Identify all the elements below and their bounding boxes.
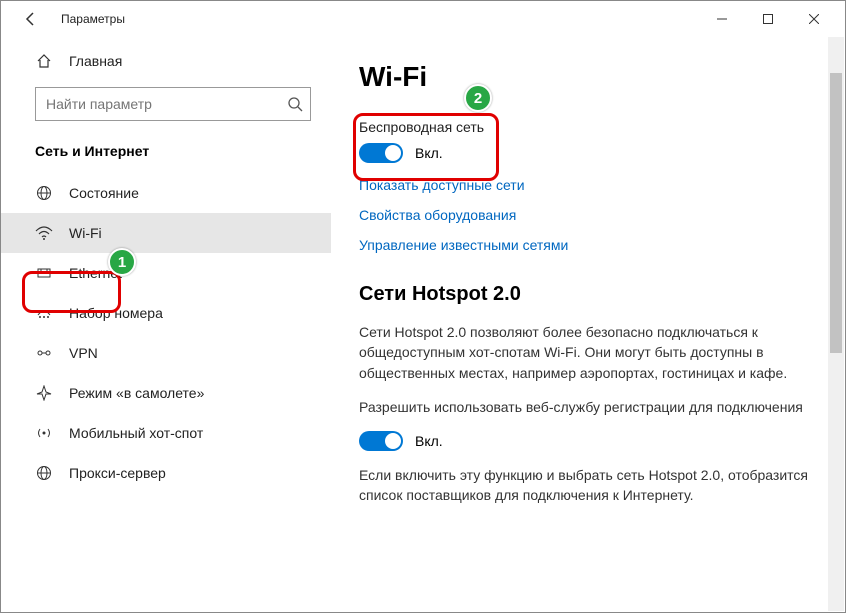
home-label: Главная [69,53,122,69]
hotspot-note: Если включить эту функцию и выбрать сеть… [359,465,817,506]
sidebar-item-label: Режим «в самолете» [69,385,204,401]
home-nav[interactable]: Главная [1,45,331,77]
sidebar-item-label: Прокси-сервер [69,465,166,481]
search-icon [287,87,303,121]
close-button[interactable] [791,1,837,37]
page-title: Wi-Fi [359,61,817,93]
category-title: Сеть и Интернет [1,135,331,173]
dialup-icon [35,305,53,321]
sidebar-item-label: Мобильный хот-спот [69,425,203,441]
airplane-icon [35,385,53,401]
sidebar-item-dialup[interactable]: Набор номера [1,293,331,333]
link-hardware-properties[interactable]: Свойства оборудования [359,207,817,223]
sidebar-item-status[interactable]: Состояние [1,173,331,213]
link-available-networks[interactable]: Показать доступные сети [359,177,817,193]
hotspot-allow-label: Разрешить использовать веб-службу регист… [359,397,817,417]
hotspot-desc: Сети Hotspot 2.0 позволяют более безопас… [359,322,817,383]
sidebar-item-proxy[interactable]: Прокси-сервер [1,453,331,493]
sidebar-item-hotspot[interactable]: Мобильный хот-спот [1,413,331,453]
minimize-button[interactable] [699,1,745,37]
home-icon [35,53,53,69]
sidebar-item-vpn[interactable]: VPN [1,333,331,373]
search-box[interactable] [35,87,311,121]
maximize-button[interactable] [745,1,791,37]
link-known-networks[interactable]: Управление известными сетями [359,237,817,253]
sidebar-item-airplane[interactable]: Режим «в самолете» [1,373,331,413]
sidebar-item-label: Состояние [69,185,139,201]
sidebar-item-label: Wi-Fi [69,225,102,241]
sidebar-item-ethernet[interactable]: Ethernet [1,253,331,293]
window-title: Параметры [61,12,125,26]
ethernet-icon [35,265,53,281]
wireless-label: Беспроводная сеть [359,119,817,135]
search-input[interactable] [35,87,311,121]
vpn-icon [35,345,53,361]
wifi-icon [35,225,53,241]
sidebar-item-label: VPN [69,345,98,361]
scrollbar-thumb[interactable] [830,73,842,353]
sidebar-item-label: Набор номера [69,305,163,321]
hotspot-toggle-state: Вкл. [415,433,443,449]
hotspot-toggle[interactable] [359,431,403,451]
sidebar: Главная Сеть и Интернет Состояние Wi-Fi … [1,37,331,612]
sidebar-item-label: Ethernet [69,265,122,281]
hotspot-icon [35,425,53,441]
proxy-icon [35,465,53,481]
sidebar-item-wifi[interactable]: Wi-Fi [1,213,331,253]
globe-icon [35,185,53,201]
hotspot-heading: Сети Hotspot 2.0 [359,283,817,306]
scrollbar[interactable] [828,37,844,611]
wifi-toggle-state: Вкл. [415,145,443,161]
main-content: Wi-Fi Беспроводная сеть Вкл. Показать до… [331,37,845,612]
wifi-toggle[interactable] [359,143,403,163]
back-button[interactable] [17,5,45,33]
